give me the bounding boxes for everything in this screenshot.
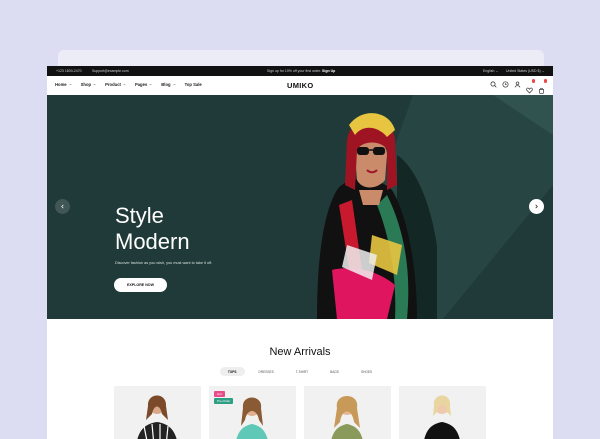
product-card[interactable]: Hot Pre-Order — [209, 386, 296, 439]
hero-subtitle: Discover fashion as you wish, you must w… — [115, 261, 213, 265]
nav-label: Product — [105, 82, 121, 87]
chevron-right-icon — [535, 204, 538, 209]
support-email[interactable]: Support@example.com — [92, 69, 129, 73]
promo-text: Sign up for 10% off your first order. Si… — [267, 69, 335, 73]
wishlist-badge — [531, 79, 535, 83]
cart-button[interactable] — [538, 79, 547, 94]
currency-select[interactable]: United States (USD $) ⌄ — [506, 69, 545, 73]
product-image — [424, 395, 460, 439]
filter-tab-dresses[interactable]: DRESSES — [251, 367, 282, 376]
hero-title-line2: Modern — [115, 229, 190, 254]
product-card[interactable] — [114, 386, 201, 439]
hero-banner: Style Modern Discover fashion as you wis… — [47, 95, 553, 319]
phone-number[interactable]: +123 1800-2470 — [56, 69, 82, 73]
chevron-down-icon — [123, 83, 126, 86]
promo-message: Sign up for 10% off your first order. — [267, 69, 322, 73]
slider-next-button[interactable] — [529, 199, 544, 214]
search-icon[interactable] — [490, 81, 497, 88]
nav-item-home[interactable]: Home — [55, 82, 72, 87]
product-image — [137, 395, 177, 439]
filter-tab-shoes[interactable]: SHOES — [353, 367, 380, 376]
clock-icon[interactable] — [502, 81, 509, 88]
new-arrivals-title: New Arrivals — [269, 346, 331, 358]
nav-menu: Home Shop Product Pages Blog Top Sale — [55, 82, 202, 87]
nav-icon-group — [490, 79, 547, 94]
heart-icon — [526, 87, 533, 94]
nav-item-product[interactable]: Product — [105, 82, 126, 87]
hot-tag: Hot — [214, 391, 225, 397]
bag-icon — [539, 87, 544, 94]
cart-badge — [543, 79, 547, 83]
hero-headline: Style Modern — [115, 203, 190, 255]
site-logo[interactable]: UMIKO — [287, 81, 314, 90]
explore-now-button[interactable]: EXPLORE NOW — [114, 278, 167, 292]
filter-tab-bags[interactable]: BAGS — [322, 367, 347, 376]
nav-label: Home — [55, 82, 67, 87]
filter-tab-tops[interactable]: TOPS — [219, 367, 245, 376]
nav-item-top-sale[interactable]: Top Sale — [185, 82, 202, 87]
chevron-down-icon — [149, 83, 152, 86]
nav-label: Pages — [134, 82, 148, 87]
category-filter-tabs: TOPS DRESSES T-SHIRT BAGS SHOES — [47, 367, 553, 376]
nav-label: Blog — [161, 82, 171, 87]
nav-label: Shop — [80, 82, 92, 87]
filter-tab-tshirt[interactable]: T-SHIRT — [288, 367, 316, 376]
hero-title-line1: Style — [115, 203, 164, 228]
browser-frame: +123 1800-2470 Support@example.com Sign … — [47, 66, 553, 439]
slider-prev-button[interactable] — [55, 199, 70, 214]
hero-model-image — [317, 113, 437, 319]
wishlist-button[interactable] — [526, 79, 535, 94]
chevron-down-icon — [172, 83, 176, 86]
nav-item-pages[interactable]: Pages — [135, 82, 152, 87]
product-grid: Hot Pre-Order — [114, 386, 486, 439]
chevron-down-icon — [68, 83, 72, 86]
main-navigation: Home Shop Product Pages Blog Top Sale UM… — [47, 76, 553, 95]
nav-item-blog[interactable]: Blog — [161, 82, 176, 87]
announcement-bar: +123 1800-2470 Support@example.com Sign … — [47, 66, 553, 76]
product-card[interactable] — [399, 386, 486, 439]
nav-label: Top Sale — [184, 82, 202, 87]
product-image — [331, 396, 363, 439]
product-card[interactable] — [304, 386, 391, 439]
language-select[interactable]: English ⌄ — [483, 69, 498, 73]
preorder-tag: Pre-Order — [214, 398, 234, 404]
user-icon[interactable] — [514, 81, 521, 88]
nav-item-shop[interactable]: Shop — [81, 82, 96, 87]
chevron-left-icon — [61, 204, 64, 209]
chevron-down-icon — [93, 83, 96, 86]
signup-link[interactable]: Sign Up — [322, 69, 335, 73]
